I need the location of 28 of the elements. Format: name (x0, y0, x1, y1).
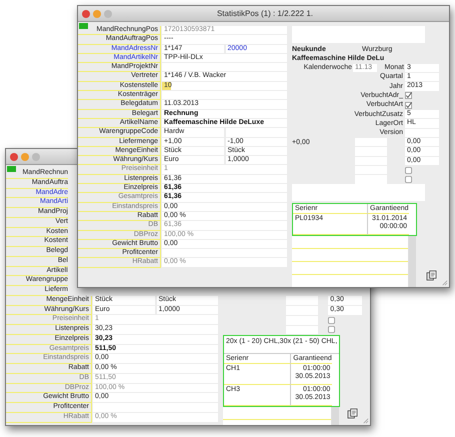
resize-grip[interactable] (362, 417, 369, 424)
scrollbar[interactable] (332, 406, 340, 425)
zoom-button[interactable] (32, 152, 40, 160)
note-field[interactable] (292, 184, 425, 201)
minimize-button[interactable] (21, 152, 29, 160)
close-button[interactable] (82, 10, 90, 18)
input-field[interactable] (286, 326, 318, 334)
close-button[interactable] (10, 152, 18, 160)
status-indicator (79, 23, 88, 29)
checkbox[interactable] (405, 166, 412, 174)
input-field[interactable] (286, 296, 318, 305)
status-indicator (7, 166, 16, 172)
checkbox[interactable] (405, 102, 412, 109)
document-icon[interactable] (426, 270, 437, 281)
scrollbar[interactable] (409, 236, 416, 287)
input-field[interactable] (93, 403, 218, 412)
input-field[interactable] (162, 249, 287, 258)
checkbox[interactable] (405, 176, 412, 183)
resize-grip[interactable] (441, 279, 448, 286)
window-title: StatistikPos (1) : 1/2.222 1. (216, 9, 314, 18)
zoom-button[interactable] (104, 10, 112, 18)
document-icon[interactable] (347, 408, 358, 419)
input-field[interactable] (162, 91, 287, 100)
checkbox[interactable] (405, 92, 412, 100)
checkbox[interactable] (328, 326, 336, 334)
input-field[interactable] (162, 63, 287, 72)
minimize-button[interactable] (93, 10, 101, 18)
checkbox[interactable] (328, 316, 336, 324)
